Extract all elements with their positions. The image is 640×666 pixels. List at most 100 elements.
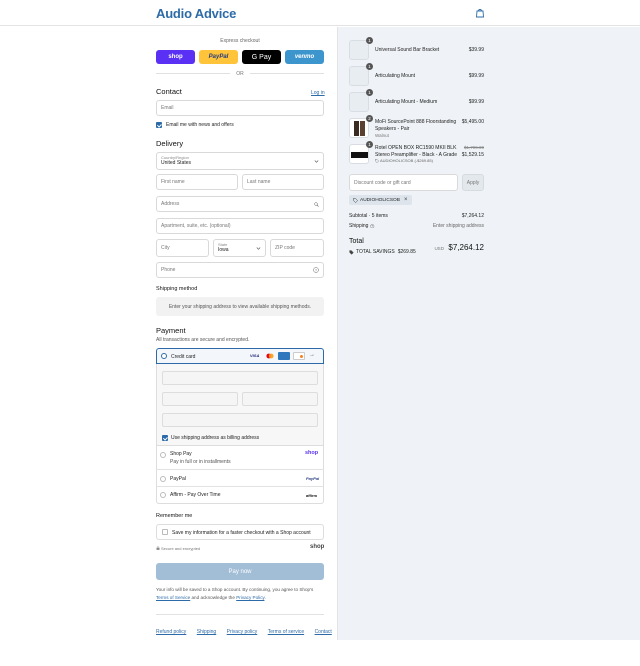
apply-button[interactable]: Apply <box>462 174 484 191</box>
remember-title: Remember me <box>156 513 193 519</box>
tag-icon <box>353 197 358 203</box>
delivery-title: Delivery <box>156 139 184 148</box>
total-row: USD $7,264.12 <box>420 237 484 255</box>
paypal-label: PayPal <box>170 476 186 482</box>
first-name-placeholder: First name <box>161 179 185 185</box>
last-name-field[interactable]: Last name <box>242 174 324 190</box>
login-link[interactable]: Log in <box>311 90 325 96</box>
shop-pay-logo: shop <box>305 450 319 456</box>
brand-logo[interactable]: Audio Advice <box>156 6 236 21</box>
tag-icon <box>349 249 354 255</box>
card-expiry-field[interactable] <box>162 392 238 406</box>
discount-tag: AUDIOHOLICSOB × <box>349 195 412 205</box>
shipping-value: Enter shipping address <box>432 223 484 229</box>
terms-link[interactable]: Terms of Service <box>156 595 190 600</box>
item-price: $5,495.00 <box>461 119 484 125</box>
item-price: $1,529.15 <box>461 152 484 158</box>
credit-card-radio[interactable] <box>161 353 167 359</box>
city-field[interactable]: City <box>156 239 209 257</box>
card-name-field[interactable] <box>162 413 318 427</box>
item-discount: AUDIOHOLICSOB (-$269.85) <box>375 158 433 163</box>
divider <box>156 469 324 470</box>
venmo-button[interactable]: venmo <box>285 50 324 64</box>
svg-text:?: ? <box>315 268 317 272</box>
search-icon <box>314 202 319 207</box>
secure-label: Secure and encrypted <box>161 546 201 551</box>
item-thumbnail <box>349 66 369 86</box>
newsletter-checkbox[interactable] <box>156 122 162 128</box>
divider <box>250 73 324 74</box>
shipping-method-title: Shipping method <box>156 286 198 292</box>
pay-now-button[interactable]: Pay now <box>156 563 324 580</box>
billing-checkbox[interactable] <box>162 435 168 441</box>
disclaimer: Your info will be saved to a Shop accoun… <box>156 586 326 601</box>
footer-refund-link[interactable]: Refund policy <box>156 629 186 635</box>
footer-terms-link[interactable]: Terms of service <box>268 629 304 635</box>
country-select[interactable]: Country/Region United States <box>156 152 324 170</box>
item-price: $99.99 <box>468 99 484 105</box>
country-value: United States <box>161 160 192 166</box>
tag-icon <box>375 158 379 163</box>
info-icon[interactable]: ? <box>370 224 375 229</box>
footer-links: Refund policy Shipping Privacy policy Te… <box>156 620 338 638</box>
header: Audio Advice <box>0 0 640 26</box>
privacy-link[interactable]: Privacy Policy <box>236 595 264 600</box>
shop-pay-button[interactable]: shop <box>156 50 195 64</box>
affirm-radio[interactable] <box>160 492 166 498</box>
google-pay-button[interactable]: G Pay <box>242 50 281 64</box>
visa-icon: VISA <box>250 353 260 358</box>
shop-pay-sub: Pay in full or in installments <box>170 459 231 465</box>
email-field[interactable]: Email <box>156 100 324 116</box>
subtotal-value: $7,264.12 <box>461 213 484 219</box>
disclaimer-end: . <box>264 594 266 600</box>
state-select[interactable]: State Iowa <box>213 239 266 257</box>
item-quantity-badge: 1 <box>366 37 373 44</box>
payment-title: Payment <box>156 326 186 335</box>
card-number-field[interactable] <box>162 371 318 385</box>
preamp-thumbnail <box>349 144 369 164</box>
savings-value: $269.85 <box>397 249 416 255</box>
remember-checkbox[interactable] <box>162 529 168 535</box>
item-price: $39.99 <box>468 47 484 53</box>
first-name-field[interactable]: First name <box>156 174 238 190</box>
discount-input[interactable]: Discount code or gift card <box>349 174 458 191</box>
total-value: $7,264.12 <box>448 243 484 252</box>
divider <box>156 614 324 615</box>
savings-row: TOTAL SAVINGS $269.85 <box>349 249 416 255</box>
newsletter-label: Email me with news and offers <box>166 122 234 128</box>
footer-contact-link[interactable]: Contact <box>315 629 332 635</box>
card-cvv-field[interactable] <box>242 392 318 406</box>
remember-label: Save my information for a faster checkou… <box>172 530 311 536</box>
help-icon[interactable]: ? <box>313 267 319 273</box>
item-original-price: $1,799.00 <box>463 145 484 150</box>
total-label: Total <box>349 238 364 245</box>
footer-privacy-link[interactable]: Privacy policy <box>227 629 258 635</box>
footer-shipping-link[interactable]: Shipping <box>197 629 216 635</box>
remove-discount-icon[interactable]: × <box>404 197 408 203</box>
remember-option[interactable]: Save my information for a faster checkou… <box>156 524 324 540</box>
lock-icon <box>156 546 160 550</box>
express-checkout-title: Express checkout <box>220 38 260 44</box>
item-discount-code: AUDIOHOLICSOB (-$269.85) <box>380 158 433 163</box>
paypal-radio[interactable] <box>160 476 166 482</box>
address-field[interactable]: Address <box>156 196 324 212</box>
shop-pay-radio[interactable] <box>160 452 166 458</box>
affirm-label: Affirm - Pay Over Time <box>170 492 221 498</box>
last-name-placeholder: Last name <box>247 179 271 185</box>
apartment-field[interactable]: Apartment, suite, etc. (optional) <box>156 218 324 234</box>
currency-code: USD <box>434 246 444 251</box>
phone-field[interactable]: Phone ? <box>156 262 324 278</box>
zip-placeholder: ZIP code <box>275 245 295 251</box>
credit-card-option[interactable]: Credit card VISA → <box>156 348 324 364</box>
bag-icon[interactable] <box>475 8 485 18</box>
affirm-logo: affirm <box>306 493 318 498</box>
paypal-button[interactable]: PayPal <box>199 50 238 64</box>
contact-title: Contact <box>156 87 182 96</box>
zip-field[interactable]: ZIP code <box>270 239 324 257</box>
item-quantity-badge: 1 <box>366 141 373 148</box>
shipping-row: Shipping ? <box>349 223 375 229</box>
discover-icon <box>293 352 305 360</box>
more-cards-icon: → <box>309 352 315 358</box>
payment-subtitle: All transactions are secure and encrypte… <box>156 337 250 343</box>
paypal-logo: PayPal <box>306 476 320 481</box>
